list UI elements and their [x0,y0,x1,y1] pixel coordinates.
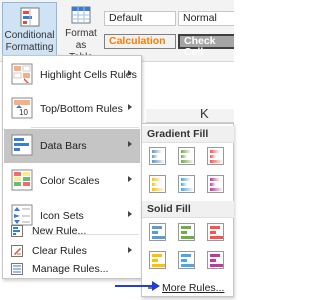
ribbon: Conditional Formatting Format as Table D… [0,0,234,63]
menu-separator [31,127,139,128]
data-bar [152,226,162,229]
new-rule-icon [11,225,23,237]
annotation-arrow [115,285,157,287]
data-bars-label: Data Bars [40,140,87,152]
conditional-formatting-button[interactable]: Conditional Formatting [2,2,57,60]
format-as-table-button[interactable]: Format as Table [60,2,102,63]
annotation-arrow-head [152,281,160,291]
submenu-arrow-icon [128,247,132,253]
clear-rules-icon [11,245,23,257]
highlight-cells-label: Highlight Cells Rules [40,69,137,81]
data-bar [181,231,187,234]
data-bar [181,259,187,262]
conditional-formatting-icon [20,7,39,27]
data-bar [210,231,216,234]
data-bar [152,150,162,153]
gradient-fill-swatch[interactable] [178,175,195,193]
data-bar [210,155,216,158]
menu-item-top-bottom-rules[interactable]: 10 Top/Bottom Rules [4,92,140,126]
gradient-fill-swatch[interactable] [207,147,224,165]
ft-label-line1: Format as [65,28,97,51]
submenu-arrow-icon [128,70,132,76]
menu-item-new-rule[interactable]: New Rule... [4,221,140,241]
menu-item-manage-rules[interactable]: Manage Rules... [4,259,140,279]
data-bar [181,183,187,186]
data-bar [181,155,187,158]
data-bar [152,155,158,158]
gradient-fill-swatch[interactable] [149,175,166,193]
data-bar [210,236,223,239]
solid-fill-header: Solid Fill [142,201,234,218]
data-bar [210,226,220,229]
manage-rules-icon [11,263,23,275]
data-bar [210,259,216,262]
data-bar [152,178,162,181]
solid-fill-swatch[interactable] [207,223,224,241]
data-bar [152,183,158,186]
style-default[interactable]: Default [104,11,176,26]
clear-rules-label: Clear Rules [32,245,87,257]
highlight-cells-icon [11,63,33,85]
manage-rules-label: Manage Rules... [32,263,109,275]
data-bar [210,188,223,191]
data-bar [152,188,165,191]
menu-item-clear-rules[interactable]: Clear Rules [4,241,140,261]
data-bar [152,231,158,234]
data-bar [181,226,191,229]
data-bar [152,160,165,163]
more-rules-label: More Rules... [162,282,225,294]
solid-fill-swatch[interactable] [178,251,195,269]
data-bar [152,259,158,262]
menu-item-color-scales[interactable]: Color Scales [4,164,140,198]
style-check-cell[interactable]: Check Cell [178,34,234,58]
submenu-arrow-icon [128,176,132,182]
column-header-k[interactable]: K [200,106,209,121]
submenu-arrow-icon [128,141,132,147]
conditional-formatting-menu: Highlight Cells Rules 10 Top/Bottom Rule… [2,55,142,279]
style-calculation[interactable]: Calculation [104,34,176,49]
data-bar [152,254,162,257]
data-bar [210,254,220,257]
gradient-fill-swatch[interactable] [207,175,224,193]
menu-item-data-bars[interactable]: Data Bars [4,129,140,163]
data-bar [181,188,194,191]
solid-fill-swatch[interactable] [149,251,166,269]
solid-fill-swatch[interactable] [178,223,195,241]
data-bar [210,150,220,153]
solid-fill-swatch[interactable] [207,251,224,269]
submenu-arrow-icon [128,104,132,110]
data-bars-submenu: Gradient Fill Solid Fill More Rules... [141,123,234,297]
top-bottom-label: Top/Bottom Rules [40,103,123,115]
data-bar [181,236,194,239]
gradient-fill-swatch[interactable] [149,147,166,165]
top-bottom-icon: 10 [11,97,33,119]
column-header-bar [146,109,234,123]
svg-text:10: 10 [19,108,28,117]
data-bar [181,264,194,267]
data-bar [181,160,194,163]
cf-label-line2: Formatting [5,42,54,53]
gradient-fill-swatch[interactable] [178,147,195,165]
data-bar [181,150,191,153]
color-scales-label: Color Scales [40,175,100,187]
data-bar [152,264,165,267]
data-bar [181,178,191,181]
data-bar [210,178,220,181]
new-rule-label: New Rule... [32,225,87,237]
solid-fill-swatch[interactable] [149,223,166,241]
data-bar [181,254,191,257]
cf-label-line1: Conditional [4,30,55,41]
data-bars-icon [11,134,33,156]
style-normal[interactable]: Normal [178,11,234,26]
gradient-fill-header: Gradient Fill [142,126,234,143]
data-bar [210,160,223,163]
color-scales-icon [11,169,33,191]
data-bar [210,264,223,267]
menu-item-highlight-cells-rules[interactable]: Highlight Cells Rules [4,58,140,92]
submenu-arrow-icon [128,211,132,217]
data-bar [152,236,165,239]
format-as-table-icon [71,6,91,24]
data-bar [210,183,216,186]
